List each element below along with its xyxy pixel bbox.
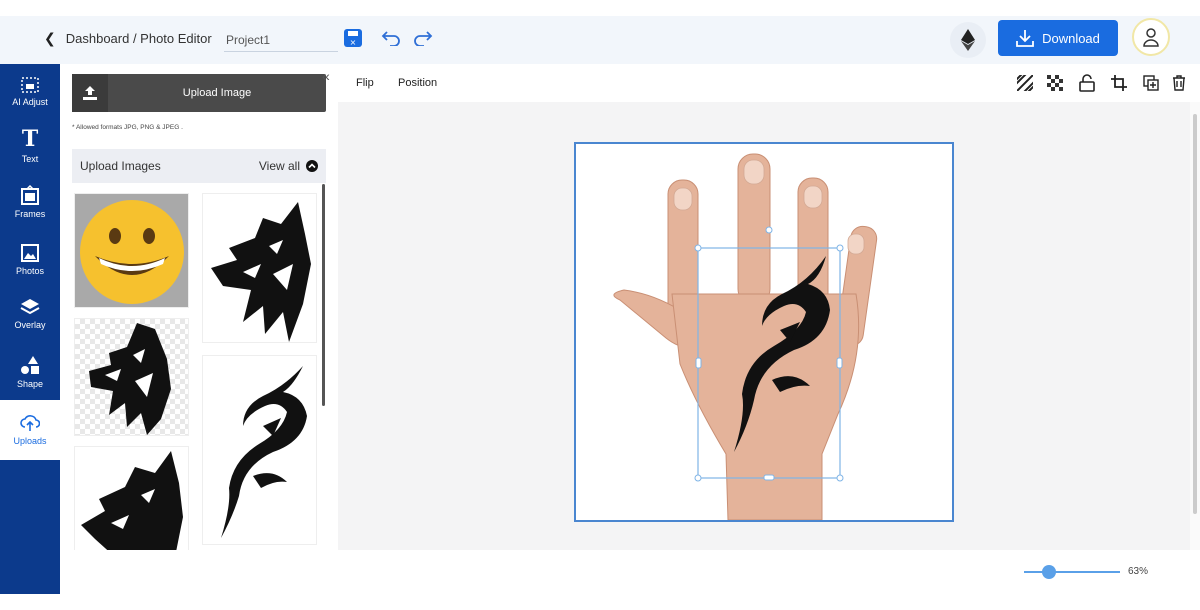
top-bar: ❮ Dashboard / Photo Editor × Download — [0, 16, 1200, 64]
breadcrumb[interactable]: ❮ Dashboard / Photo Editor — [44, 30, 212, 47]
section-title: Upload Images — [80, 159, 161, 173]
rail-label: Shape — [16, 379, 44, 389]
zoom-value: 63% — [1128, 566, 1149, 577]
thumbnail-wolf-tattoo[interactable] — [202, 193, 317, 343]
overlay-icon — [20, 299, 40, 315]
view-all-label: View all — [258, 159, 300, 173]
trash-icon[interactable] — [1170, 74, 1188, 92]
thumbnail-tribal-tattoo[interactable] — [202, 355, 317, 545]
lock-icon[interactable] — [1078, 74, 1096, 92]
artboard[interactable] — [574, 142, 954, 522]
rail-label: Uploads — [13, 436, 47, 446]
allowed-formats-note: * Allowed formats JPG, PNG & JPEG . — [72, 124, 183, 131]
canvas-toolbar: Flip Position — [338, 64, 1200, 102]
text-icon: T — [21, 126, 39, 152]
rail-item-shape[interactable]: Shape — [0, 344, 60, 400]
position-button[interactable]: Position — [398, 77, 437, 89]
frames-icon — [21, 185, 39, 205]
zoom-slider-track[interactable] — [1024, 571, 1120, 573]
rail-item-frames[interactable]: Frames — [0, 174, 60, 230]
bottom-bar: 63% — [60, 550, 1200, 594]
rail-label: Frames — [14, 209, 46, 219]
rail-label: Photos — [15, 266, 45, 276]
rail-label: Overlay — [14, 320, 46, 330]
collapse-panel-icon[interactable]: « — [322, 68, 330, 84]
user-avatar-icon[interactable] — [1132, 18, 1170, 56]
thumbnail-emoji[interactable] — [74, 193, 189, 308]
upload-image-label: Upload Image — [182, 87, 252, 99]
undo-icon[interactable] — [380, 26, 402, 50]
flip-button[interactable]: Flip — [356, 77, 374, 89]
zoom-slider-handle[interactable] — [1042, 565, 1056, 579]
upload-image-button[interactable]: Upload Image — [72, 74, 326, 112]
download-icon — [1016, 30, 1034, 47]
chevron-up-icon — [306, 160, 318, 172]
redo-icon[interactable] — [412, 26, 434, 50]
view-all-link[interactable]: View all — [259, 159, 318, 173]
panel-scrollbar[interactable] — [322, 184, 325, 406]
download-button[interactable]: Download — [998, 20, 1118, 56]
chevron-left-icon[interactable]: ❮ — [44, 30, 56, 47]
transparency-icon[interactable] — [1046, 74, 1064, 92]
save-icon[interactable]: × — [342, 26, 364, 50]
upload-images-header: Upload Images View all — [72, 149, 326, 183]
svg-text:×: × — [350, 38, 357, 47]
breadcrumb-text[interactable]: Dashboard / Photo Editor — [66, 31, 212, 46]
photos-icon — [21, 244, 39, 262]
thumbnail-wolf-tattoo-transparent[interactable] — [74, 318, 189, 436]
upload-icon — [72, 74, 108, 112]
rail-item-uploads[interactable]: Uploads — [0, 400, 60, 460]
rail-item-ai-adjust[interactable]: AI Adjust — [0, 64, 60, 120]
rail-label: AI Adjust — [12, 97, 48, 107]
download-label: Download — [1042, 30, 1100, 46]
scrollbar-thumb[interactable] — [1193, 114, 1197, 514]
duplicate-icon[interactable] — [1142, 74, 1160, 92]
rail-item-text[interactable]: T Text — [0, 118, 60, 174]
left-rail: AI Adjust T Text Frames Photos Overlay S… — [0, 64, 60, 594]
uploaded-images-grid — [72, 190, 324, 550]
rail-label: Text — [21, 154, 39, 164]
shape-icon — [21, 356, 39, 374]
project-name-input[interactable] — [224, 28, 338, 52]
hand-photo[interactable] — [576, 144, 952, 520]
pattern-icon[interactable] — [1016, 74, 1034, 92]
canvas-vertical-scrollbar[interactable] — [1190, 102, 1200, 550]
thumbnail-wolf-tattoo-2[interactable] — [74, 446, 189, 550]
canvas-area[interactable] — [338, 102, 1190, 550]
rail-item-photos[interactable]: Photos — [0, 232, 60, 288]
ethereum-icon[interactable] — [950, 22, 986, 58]
ai-adjust-icon — [21, 77, 39, 93]
upload-cloud-icon — [20, 415, 40, 431]
uploads-panel: Upload Image « * Allowed formats JPG, PN… — [60, 64, 338, 550]
crop-icon[interactable] — [1110, 74, 1128, 92]
rail-item-overlay[interactable]: Overlay — [0, 286, 60, 342]
